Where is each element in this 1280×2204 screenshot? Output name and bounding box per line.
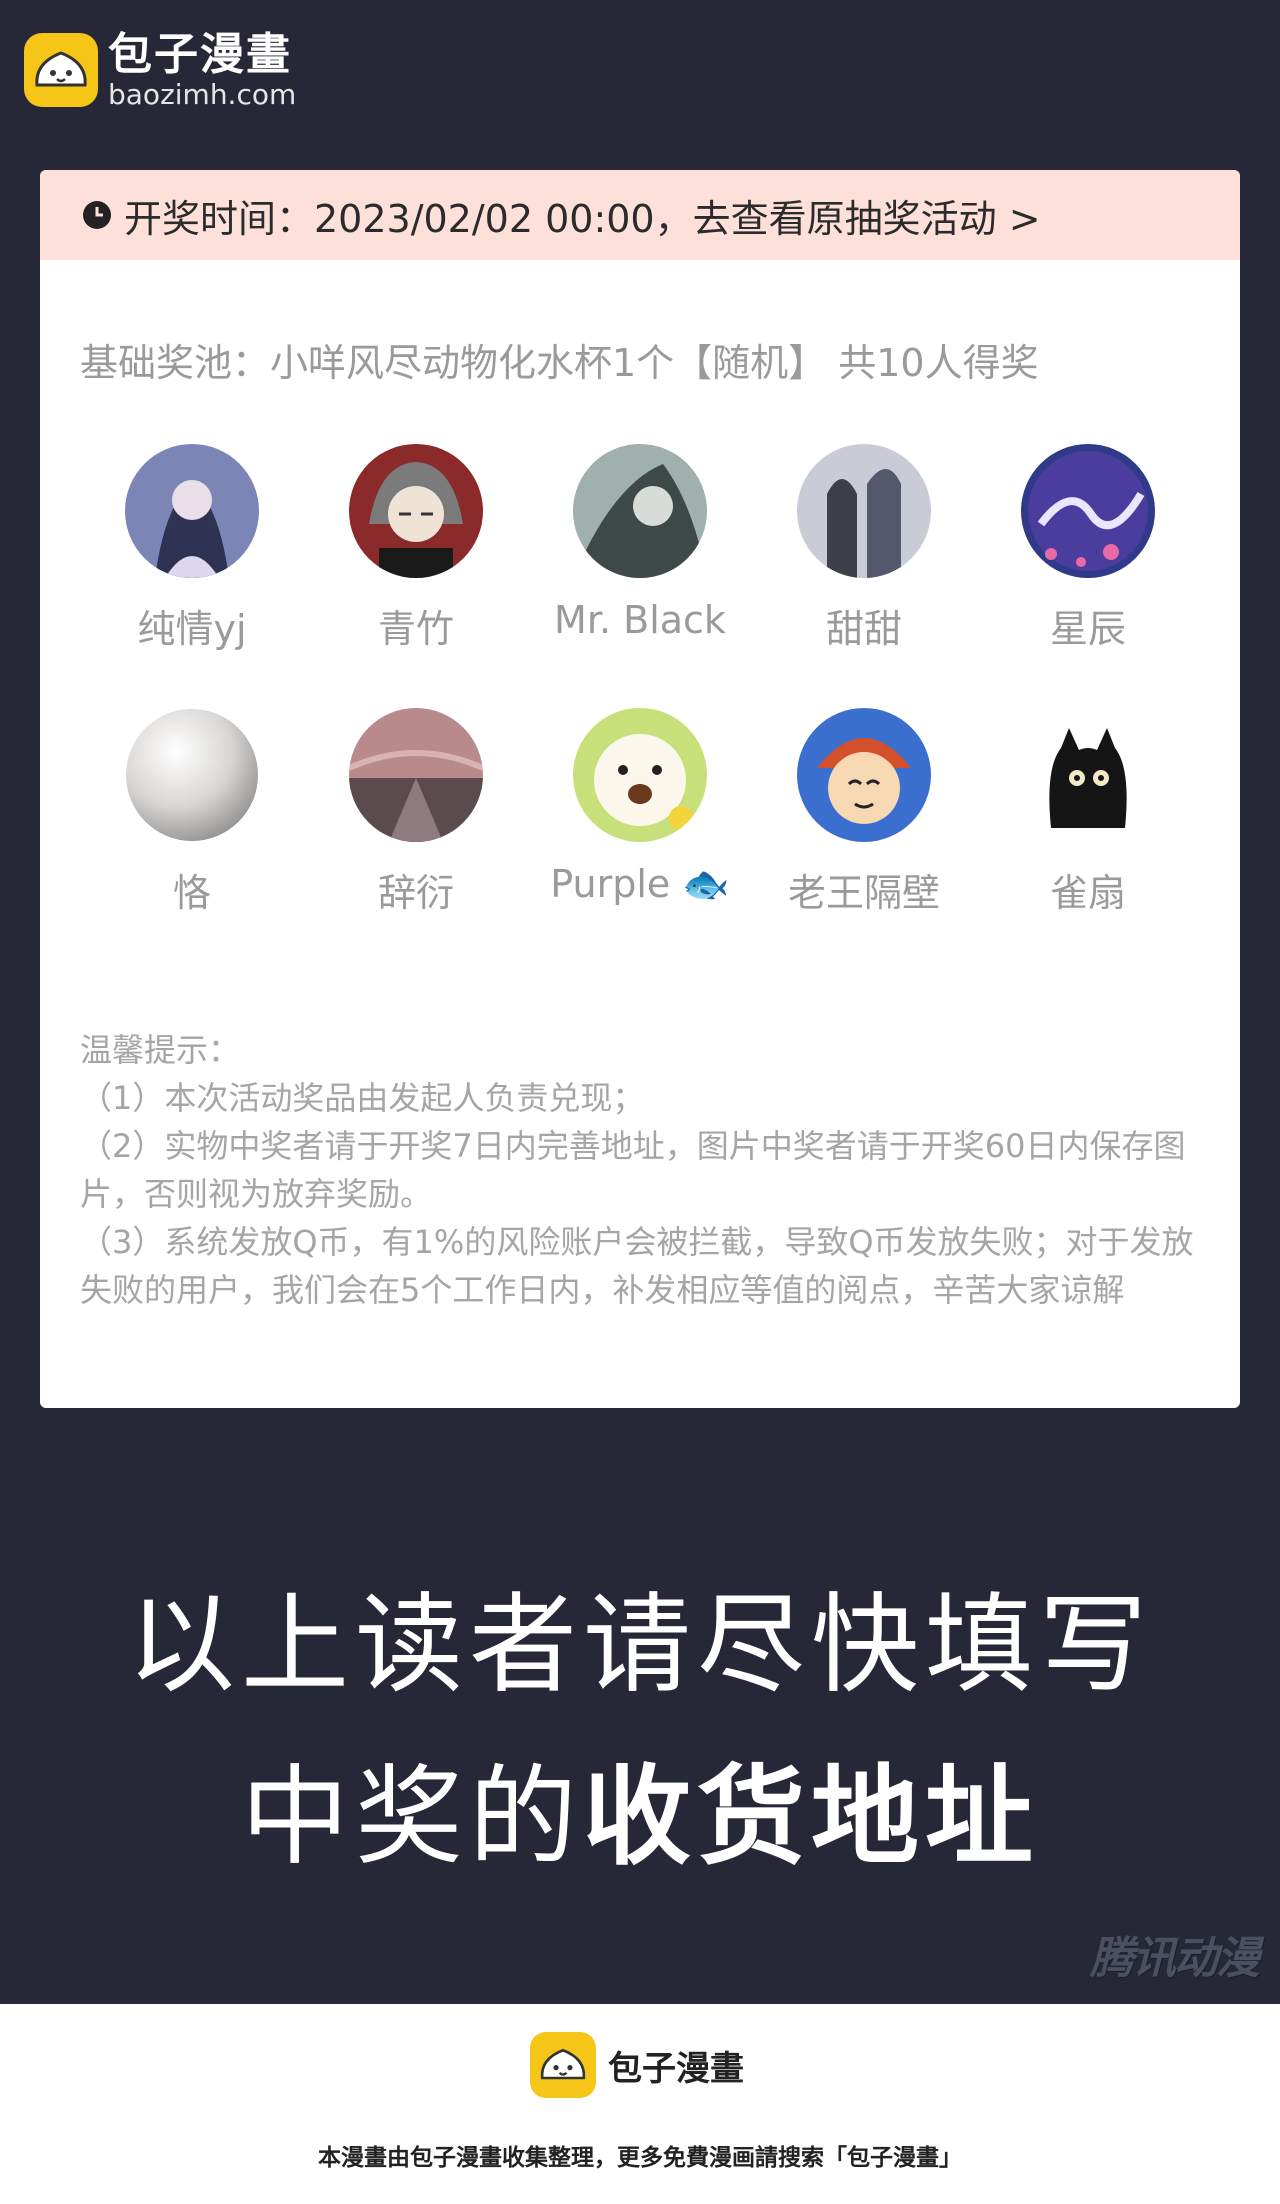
winner-item[interactable]: 青竹 <box>316 444 516 653</box>
prize-pool-text: 基础奖池：小咩风尽动物化水杯1个【随机】 共10人得奖 <box>80 341 1039 385</box>
tip-item: （1）本次活动奖品由发起人负责兑现； <box>80 1079 645 1117</box>
tips-section: 温馨提示： （1）本次活动奖品由发起人负责兑现； （2）实物中奖者请于开奖7日内… <box>80 1026 1200 1314</box>
winner-name: 纯情yj <box>137 607 247 651</box>
winner-item[interactable]: 甜甜 <box>764 444 964 653</box>
winner-name: 甜甜 <box>825 607 902 651</box>
address-notice: 以上读者请尽快填写 中奖的收货地址 <box>0 1560 1280 1904</box>
winner-item[interactable]: 雀扇 <box>988 708 1188 917</box>
dragon-avatar-icon <box>1021 444 1155 578</box>
anime-avatar-icon <box>125 444 259 578</box>
pearl-avatar-icon <box>125 708 259 842</box>
winner-name: 恪 <box>172 871 211 915</box>
winner-name: 青竹 <box>377 607 454 651</box>
winner-name: Mr. Black <box>554 598 726 642</box>
tip-item: （3）系统发放Q币，有1%的风险账户会被拦截，导致Q币发放失败；对于发放失败的用… <box>80 1223 1194 1309</box>
cartoon-face-avatar-icon <box>797 708 931 842</box>
winner-item[interactable]: 恪 <box>92 708 292 917</box>
bun-logo-icon <box>24 33 98 107</box>
landscape-avatar-icon <box>349 708 483 842</box>
winner-item[interactable]: 纯情yj <box>92 444 292 653</box>
footer-credit-text: 本漫畫由包子漫畫收集整理，更多免費漫画請搜索「包子漫畫」 <box>318 2145 962 2171</box>
notice-line-1: 以上读者请尽快填写 <box>126 1583 1153 1708</box>
tips-title: 温馨提示： <box>80 1031 241 1069</box>
winner-name: 雀扇 <box>1049 871 1126 915</box>
lottery-result-card: 开奖时间：2023/02/02 00:00，去查看原抽奖活动 > 基础奖池：小咩… <box>40 170 1240 1408</box>
photo-avatar-icon <box>797 444 931 578</box>
anime-avatar-icon <box>349 444 483 578</box>
brand-domain: baozimh.com <box>108 78 297 111</box>
tip-item: （2）实物中奖者请于开奖7日内完善地址，图片中奖者请于开奖60日内保存图片，否则… <box>80 1127 1186 1213</box>
cartoon-avatar-icon <box>573 708 707 842</box>
winner-name: 星辰 <box>1049 607 1126 651</box>
winner-item[interactable]: 星辰 <box>988 444 1188 653</box>
footer-logo[interactable]: 包子漫畫 <box>530 2032 744 2098</box>
winner-item[interactable]: 老王隔壁 <box>764 708 964 917</box>
winner-name: Purple 🐟 <box>550 862 730 906</box>
lottery-header-link[interactable]: 开奖时间：2023/02/02 00:00，去查看原抽奖活动 > <box>40 170 1240 260</box>
tencent-comic-watermark: 腾讯动漫 <box>1090 1933 1260 1984</box>
footer-brand-name: 包子漫畫 <box>608 2048 744 2089</box>
footer: 包子漫畫 本漫畫由包子漫畫收集整理，更多免費漫画請搜索「包子漫畫」 <box>0 2004 1280 2204</box>
lottery-time-text: 开奖时间：2023/02/02 00:00，去查看原抽奖活动 > <box>124 196 1041 241</box>
winner-name: 辞衍 <box>377 871 454 915</box>
winner-item[interactable]: Purple 🐟 <box>540 708 740 907</box>
black-cat-avatar-icon <box>1021 708 1155 842</box>
notice-line-2: 中奖的收货地址 <box>0 1732 1280 1904</box>
winner-item[interactable]: Mr. Black <box>540 444 740 642</box>
winner-item[interactable]: 辞衍 <box>316 708 516 917</box>
notice-line-2-normal: 中奖的 <box>240 1755 583 1880</box>
clock-icon <box>83 201 111 229</box>
bun-logo-icon <box>530 2032 596 2098</box>
brand-name: 包子漫畫 <box>108 29 292 80</box>
brand-logo[interactable]: 包子漫畫 baozimh.com <box>24 30 296 110</box>
winner-name: 老王隔壁 <box>787 871 940 915</box>
anime-avatar-icon <box>573 444 707 578</box>
notice-line-2-bold: 收货地址 <box>583 1755 1040 1880</box>
